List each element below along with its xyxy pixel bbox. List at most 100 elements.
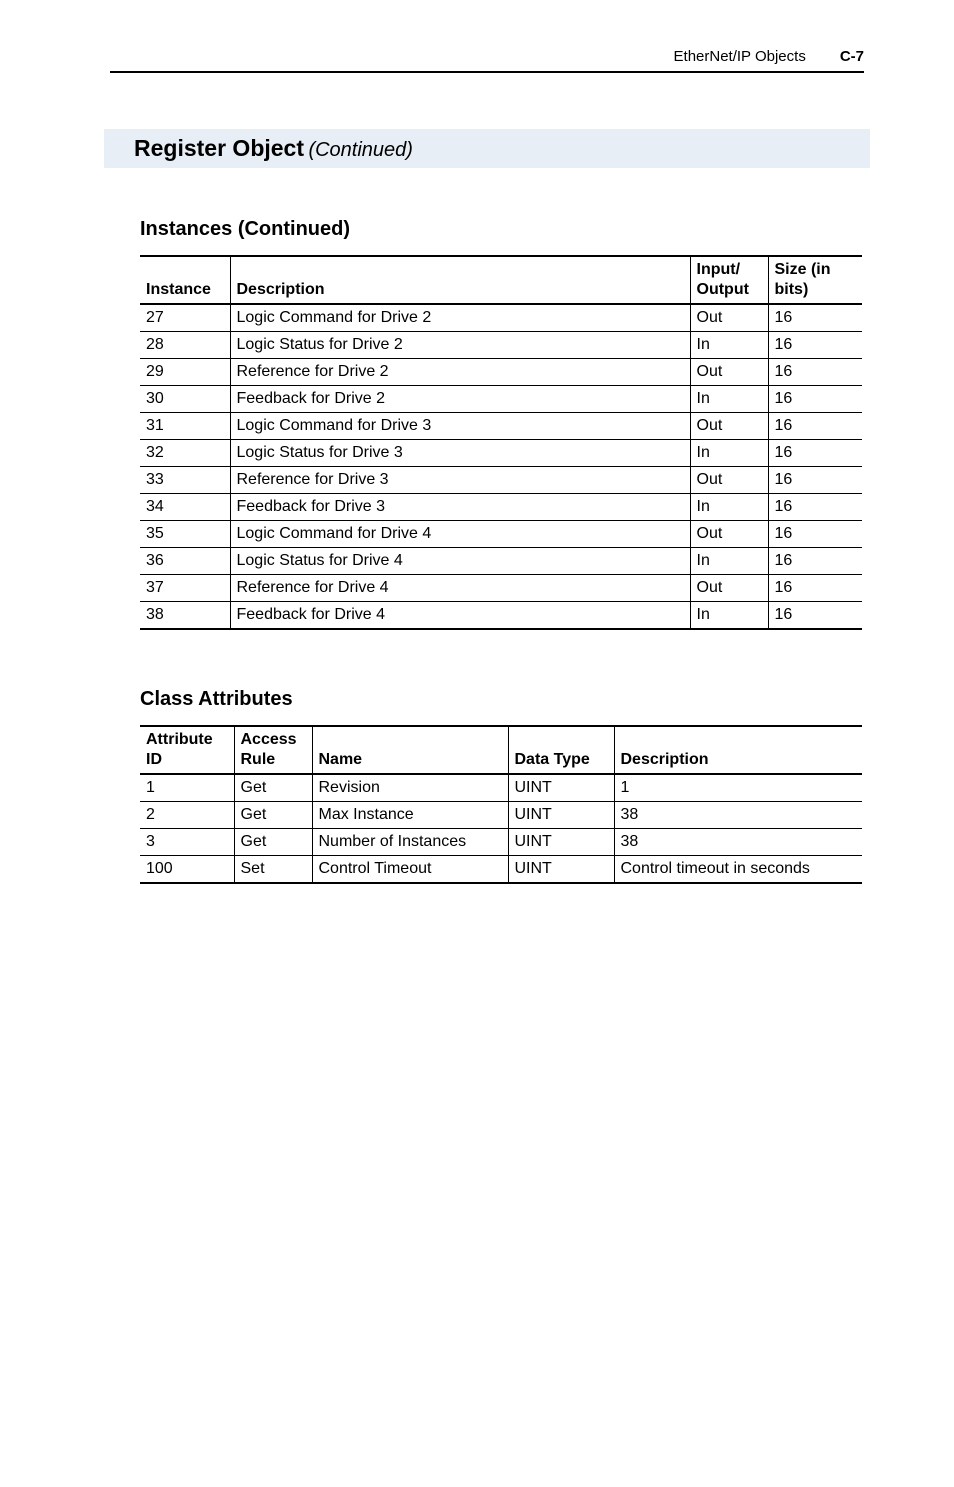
table-row: 100SetControl TimeoutUINTControl timeout…	[140, 856, 862, 884]
cell-size: 16	[768, 602, 862, 630]
cell-io: Out	[690, 467, 768, 494]
cell-io: In	[690, 548, 768, 575]
cell-description: Reference for Drive 3	[230, 467, 690, 494]
col-description: Description	[614, 726, 862, 774]
table-row: 33Reference for Drive 3Out16	[140, 467, 862, 494]
cell-description: Control timeout in seconds	[614, 856, 862, 884]
cell-description: 38	[614, 802, 862, 829]
cell-datatype: UINT	[508, 774, 614, 802]
cell-description: 38	[614, 829, 862, 856]
cell-size: 16	[768, 521, 862, 548]
cell-io: Out	[690, 521, 768, 548]
table-row: 36Logic Status for Drive 4In16	[140, 548, 862, 575]
cell-description: Feedback for Drive 3	[230, 494, 690, 521]
cell-description: Logic Command for Drive 3	[230, 413, 690, 440]
running-head: EtherNet/IP Objects C-7	[110, 48, 864, 65]
col-access-rule: Access Rule	[234, 726, 312, 774]
cell-id: 1	[140, 774, 234, 802]
cell-io: Out	[690, 359, 768, 386]
table-row: 30Feedback for Drive 2In16	[140, 386, 862, 413]
cell-description: Logic Command for Drive 2	[230, 304, 690, 332]
cell-description: Logic Command for Drive 4	[230, 521, 690, 548]
table-row: 1GetRevisionUINT1	[140, 774, 862, 802]
cell-name: Revision	[312, 774, 508, 802]
cell-size: 16	[768, 548, 862, 575]
cell-datatype: UINT	[508, 802, 614, 829]
cell-instance: 37	[140, 575, 230, 602]
section-heading-band: Register Object (Continued)	[104, 129, 870, 168]
cell-size: 16	[768, 494, 862, 521]
section-continued: (Continued)	[308, 139, 413, 161]
cell-name: Number of Instances	[312, 829, 508, 856]
col-description: Description	[230, 256, 690, 304]
cell-name: Control Timeout	[312, 856, 508, 884]
cell-instance: 30	[140, 386, 230, 413]
cell-instance: 34	[140, 494, 230, 521]
table-header-row: Attribute ID Access Rule Name Data Type …	[140, 726, 862, 774]
cell-datatype: UINT	[508, 829, 614, 856]
table-row: 31Logic Command for Drive 3Out16	[140, 413, 862, 440]
table-row: 3GetNumber of InstancesUINT38	[140, 829, 862, 856]
cell-instance: 35	[140, 521, 230, 548]
cell-instance: 33	[140, 467, 230, 494]
cell-size: 16	[768, 467, 862, 494]
cell-description: 1	[614, 774, 862, 802]
instances-heading: Instances (Continued)	[140, 218, 864, 241]
cell-io: Out	[690, 413, 768, 440]
cell-description: Feedback for Drive 4	[230, 602, 690, 630]
col-name: Name	[312, 726, 508, 774]
table-header-row: Instance Description Input/ Output Size …	[140, 256, 862, 304]
cell-description: Logic Status for Drive 3	[230, 440, 690, 467]
cell-size: 16	[768, 304, 862, 332]
cell-description: Feedback for Drive 2	[230, 386, 690, 413]
class-attributes-heading: Class Attributes	[140, 688, 864, 711]
cell-io: In	[690, 332, 768, 359]
table-row: 28Logic Status for Drive 2In16	[140, 332, 862, 359]
cell-datatype: UINT	[508, 856, 614, 884]
cell-size: 16	[768, 413, 862, 440]
cell-description: Logic Status for Drive 2	[230, 332, 690, 359]
cell-instance: 36	[140, 548, 230, 575]
cell-description: Reference for Drive 2	[230, 359, 690, 386]
cell-id: 3	[140, 829, 234, 856]
cell-io: In	[690, 602, 768, 630]
cell-instance: 31	[140, 413, 230, 440]
cell-access: Get	[234, 829, 312, 856]
table-row: 37Reference for Drive 4Out16	[140, 575, 862, 602]
chapter-title: EtherNet/IP Objects	[674, 48, 806, 65]
cell-name: Max Instance	[312, 802, 508, 829]
cell-io: In	[690, 494, 768, 521]
cell-instance: 38	[140, 602, 230, 630]
col-io: Input/ Output	[690, 256, 768, 304]
page-number: C-7	[840, 48, 864, 65]
cell-io: Out	[690, 304, 768, 332]
cell-io: In	[690, 440, 768, 467]
instances-table: Instance Description Input/ Output Size …	[140, 255, 862, 630]
cell-instance: 32	[140, 440, 230, 467]
header-rule	[110, 71, 864, 73]
table-row: 38Feedback for Drive 4In16	[140, 602, 862, 630]
cell-size: 16	[768, 359, 862, 386]
table-row: 27Logic Command for Drive 2Out16	[140, 304, 862, 332]
class-attributes-table: Attribute ID Access Rule Name Data Type …	[140, 725, 862, 884]
cell-instance: 27	[140, 304, 230, 332]
col-size: Size (in bits)	[768, 256, 862, 304]
cell-access: Get	[234, 774, 312, 802]
cell-size: 16	[768, 386, 862, 413]
cell-size: 16	[768, 575, 862, 602]
table-row: 32Logic Status for Drive 3In16	[140, 440, 862, 467]
cell-description: Reference for Drive 4	[230, 575, 690, 602]
col-instance: Instance	[140, 256, 230, 304]
cell-io: In	[690, 386, 768, 413]
cell-id: 100	[140, 856, 234, 884]
cell-io: Out	[690, 575, 768, 602]
col-attribute-id: Attribute ID	[140, 726, 234, 774]
cell-access: Get	[234, 802, 312, 829]
cell-instance: 28	[140, 332, 230, 359]
table-row: 35Logic Command for Drive 4Out16	[140, 521, 862, 548]
cell-size: 16	[768, 332, 862, 359]
section-title: Register Object	[134, 135, 304, 161]
col-data-type: Data Type	[508, 726, 614, 774]
table-row: 29Reference for Drive 2Out16	[140, 359, 862, 386]
cell-size: 16	[768, 440, 862, 467]
